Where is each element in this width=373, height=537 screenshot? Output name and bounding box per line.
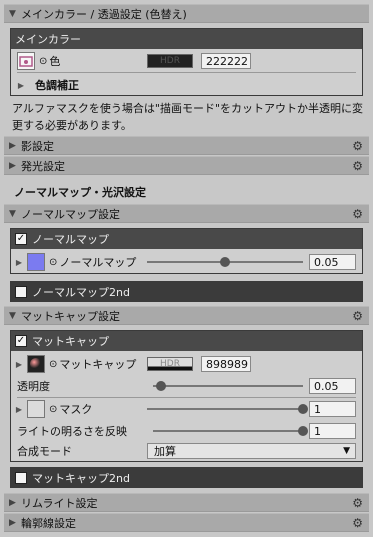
- foldout-emission[interactable]: ▶ 発光設定 ⚙: [4, 156, 369, 175]
- expand-arrow-icon[interactable]: ▶: [13, 258, 25, 267]
- expand-arrow-icon: ▶: [17, 80, 25, 90]
- normal-section-heading: ノーマルマップ・光沢設定: [14, 186, 146, 199]
- foldout-outline-label: 輪郭線設定: [21, 516, 76, 530]
- foldout-emission-label: 発光設定: [21, 159, 65, 173]
- light-reflect-row: ライトの明るさを反映 1: [11, 421, 362, 441]
- foldout-rimlight[interactable]: ▶ リムライト設定 ⚙: [4, 493, 369, 512]
- foldout-arrow-icon: ▼: [9, 208, 16, 219]
- normal-map-2nd-header[interactable]: ノーマルマップ2nd: [11, 282, 362, 302]
- gear-icon[interactable]: ⚙: [352, 207, 363, 221]
- matcap-box: ✓ マットキャップ ▶ ⊙ マットキャップ HDR ✎ 898989 透明度 0…: [10, 330, 363, 462]
- foldout-main-color[interactable]: ▼ メインカラー / 透過設定 (色替え): [4, 4, 369, 23]
- circle-indicator-icon: ⊙: [49, 358, 58, 370]
- blend-mode-label: 合成モード: [17, 445, 72, 458]
- light-reflect-label: ライトの明るさを反映: [17, 425, 127, 438]
- expand-arrow-icon[interactable]: ▶: [13, 360, 25, 369]
- matcap-texture-slot[interactable]: [27, 355, 45, 373]
- gear-icon[interactable]: ⚙: [352, 516, 363, 530]
- matcap-color-hex-input[interactable]: 898989: [201, 356, 251, 372]
- matcap-color-field[interactable]: HDR: [147, 357, 193, 371]
- normal-map-2nd-box: ノーマルマップ2nd: [10, 281, 363, 302]
- slider-knob[interactable]: [155, 381, 166, 391]
- circle-indicator-icon: ⊙: [49, 256, 58, 268]
- foldout-normal-map-label: ノーマルマップ設定: [21, 207, 120, 221]
- blend-mode-value: 加算: [154, 445, 176, 458]
- main-color-header: メインカラー: [11, 29, 362, 49]
- foldout-arrow-icon: ▼: [9, 310, 16, 321]
- foldout-shadow[interactable]: ▶ 影設定 ⚙: [4, 136, 369, 155]
- circle-indicator-icon: ⊙: [39, 55, 48, 67]
- main-color-box: メインカラー ⊙ 色 HDR ✎ 222222 ▶ 色調補正: [10, 28, 363, 96]
- foldout-arrow-icon: ▶: [9, 497, 16, 508]
- normal-map-header: ✓ ノーマルマップ: [11, 229, 362, 249]
- foldout-arrow-icon: ▶: [9, 160, 16, 171]
- divider: [17, 397, 356, 398]
- gear-icon[interactable]: ⚙: [352, 496, 363, 510]
- matcap-2nd-header[interactable]: マットキャップ2nd: [11, 468, 362, 488]
- foldout-normal-map[interactable]: ▼ ノーマルマップ設定 ⚙: [4, 204, 369, 223]
- matcap-2nd-label: マットキャップ2nd: [32, 472, 130, 485]
- foldout-outline[interactable]: ▶ 輪郭線設定 ⚙: [4, 513, 369, 532]
- main-color-label: 色: [49, 55, 61, 68]
- foldout-arrow-icon: ▶: [9, 517, 16, 528]
- mask-slider[interactable]: [147, 404, 308, 414]
- matcap-header-label: マットキャップ: [32, 335, 109, 348]
- matcap-row: ▶ ⊙ マットキャップ HDR ✎ 898989: [11, 354, 362, 374]
- foldout-main-color-label: メインカラー / 透過設定 (色替え): [21, 7, 187, 21]
- normal-map-header-label: ノーマルマップ: [32, 233, 109, 246]
- mask-texture-slot[interactable]: [27, 400, 45, 418]
- normal-map-2nd-checkbox[interactable]: [15, 286, 27, 298]
- divider: [17, 72, 356, 73]
- slider-knob[interactable]: [298, 426, 308, 436]
- blend-mode-row: 合成モード 加算 ▼: [11, 441, 362, 461]
- slider-knob[interactable]: [298, 404, 308, 414]
- foldout-arrow-icon: ▼: [9, 8, 16, 19]
- main-color-field[interactable]: HDR: [147, 54, 193, 68]
- main-texture-slot[interactable]: [17, 52, 35, 70]
- foldout-matcap[interactable]: ▼ マットキャップ設定 ⚙: [4, 306, 369, 325]
- matcap-header: ✓ マットキャップ: [11, 331, 362, 351]
- matcap-2nd-box: マットキャップ2nd: [10, 467, 363, 488]
- circle-indicator-icon: ⊙: [49, 403, 58, 415]
- slider-knob[interactable]: [220, 257, 230, 267]
- gear-icon[interactable]: ⚙: [352, 309, 363, 323]
- gear-icon[interactable]: ⚙: [352, 159, 363, 173]
- foldout-rimlight-label: リムライト設定: [21, 496, 98, 510]
- alpha-mask-note: アルファマスクを使う場合は"描画モード"をカットアウトか半透明に変更する必要があ…: [12, 102, 364, 132]
- texture-thumbnail-icon: [19, 56, 33, 67]
- light-reflect-input[interactable]: 1: [309, 423, 356, 439]
- main-color-hex-input[interactable]: 222222: [201, 53, 251, 69]
- transparency-input[interactable]: 0.05: [309, 378, 356, 394]
- foldout-arrow-icon: ▶: [9, 140, 16, 151]
- gear-icon[interactable]: ⚙: [352, 139, 363, 153]
- tone-correction-row[interactable]: ▶ 色調補正: [11, 75, 362, 95]
- matcap-checkbox[interactable]: ✓: [15, 335, 27, 347]
- light-reflect-slider[interactable]: [153, 426, 308, 436]
- transparency-label: 透明度: [17, 380, 50, 393]
- expand-arrow-icon[interactable]: ▶: [13, 405, 25, 414]
- blend-mode-dropdown[interactable]: 加算 ▼: [147, 443, 356, 459]
- normal-map-2nd-label: ノーマルマップ2nd: [32, 286, 130, 299]
- normal-strength-input[interactable]: 0.05: [309, 254, 356, 270]
- mask-row: ▶ ⊙ マスク 1: [11, 399, 362, 419]
- chevron-down-icon: ▼: [343, 446, 350, 456]
- transparency-slider[interactable]: [153, 381, 303, 391]
- normal-map-box: ✓ ノーマルマップ ▶ ⊙ ノーマルマップ 0.05: [10, 228, 363, 274]
- foldout-shadow-label: 影設定: [21, 139, 54, 153]
- normal-map-row: ▶ ⊙ ノーマルマップ 0.05: [11, 252, 362, 272]
- normal-map-label: ノーマルマップ: [59, 256, 137, 269]
- tone-correction-label: 色調補正: [35, 79, 79, 92]
- matcap-label: マットキャップ: [59, 358, 137, 371]
- normal-map-checkbox[interactable]: ✓: [15, 233, 27, 245]
- mask-input[interactable]: 1: [309, 401, 356, 417]
- transparency-row: 透明度 0.05: [11, 376, 362, 396]
- mask-label: マスク: [59, 403, 93, 416]
- foldout-matcap-label: マットキャップ設定: [21, 309, 120, 323]
- normal-strength-slider[interactable]: [147, 257, 303, 267]
- normal-texture-slot[interactable]: [27, 253, 45, 271]
- matcap-2nd-checkbox[interactable]: [15, 472, 27, 484]
- main-color-row: ⊙ 色 HDR ✎ 222222: [11, 51, 362, 71]
- matcap-sphere-icon: [30, 358, 42, 370]
